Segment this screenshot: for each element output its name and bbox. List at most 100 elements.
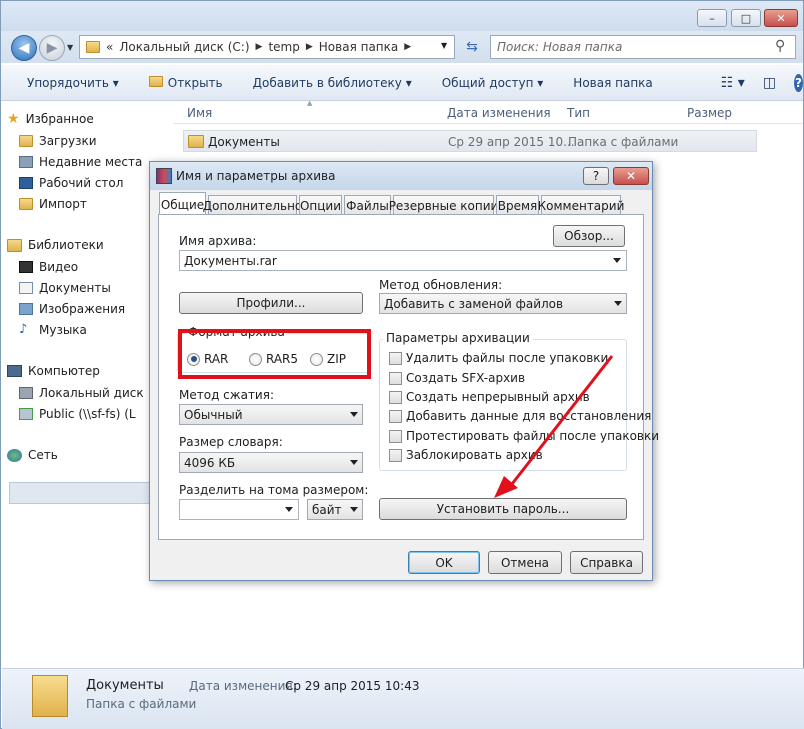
- split-size-input[interactable]: [179, 499, 299, 520]
- split-unit-select[interactable]: байт: [307, 499, 363, 520]
- ok-button[interactable]: OK: [408, 551, 480, 574]
- update-method-label: Метод обновления:: [379, 278, 503, 292]
- network-group[interactable]: Сеть: [7, 445, 58, 465]
- option-test[interactable]: Протестировать файлы после упаковки: [389, 429, 659, 443]
- address-dropdown-icon[interactable]: ▼: [441, 41, 447, 50]
- chevron-down-icon[interactable]: [285, 507, 293, 512]
- archive-name-value[interactable]: Документы.rar: [184, 254, 277, 268]
- profiles-button[interactable]: Профили...: [179, 292, 363, 314]
- sidebar-item-downloads[interactable]: Загрузки: [19, 131, 97, 151]
- archive-dialog: Имя и параметры архива ? ✕ Общие Дополни…: [149, 161, 659, 581]
- help-icon[interactable]: ?: [794, 73, 803, 92]
- column-header: Имя ▲ Дата изменения Тип Размер: [173, 99, 803, 124]
- browse-button[interactable]: Обзор...: [553, 225, 625, 247]
- sidebar-item-pictures[interactable]: Изображения: [19, 299, 125, 319]
- add-to-library-button[interactable]: Добавить в библиотеку ▾: [253, 76, 412, 90]
- archive-name-input[interactable]: Документы.rar: [179, 250, 627, 271]
- back-button[interactable]: ◀: [11, 35, 37, 61]
- cancel-button[interactable]: Отмена: [488, 551, 562, 574]
- organize-button[interactable]: Упорядочить ▾: [27, 76, 119, 90]
- folder-icon: [19, 198, 33, 210]
- share-button[interactable]: Общий доступ ▾: [442, 76, 544, 90]
- documents-icon: [19, 282, 33, 294]
- details-date-label: Дата изменения:: [189, 679, 297, 693]
- pictures-icon: [19, 303, 33, 315]
- tab-backup[interactable]: Резервные копии: [389, 195, 498, 215]
- option-lock[interactable]: Заблокировать архив: [389, 448, 543, 462]
- breadcrumb-local-disk[interactable]: Локальный диск (C:): [119, 40, 249, 54]
- favorites-group[interactable]: ★ Избранное: [7, 109, 94, 129]
- option-delete-after[interactable]: Удалить файлы после упаковки: [389, 351, 608, 365]
- sidebar-item-video[interactable]: Видео: [19, 257, 78, 277]
- column-type[interactable]: Тип: [567, 106, 590, 120]
- refresh-icon[interactable]: ⇆: [461, 37, 483, 57]
- archive-name-label: Имя архива:: [179, 234, 257, 248]
- tab-files[interactable]: Файлы: [344, 195, 391, 215]
- view-options-icon[interactable]: ☷ ▾: [721, 75, 745, 91]
- dictionary-label: Размер словаря:: [179, 435, 283, 449]
- chevron-down-icon[interactable]: [613, 258, 621, 263]
- forward-button[interactable]: ▶: [39, 35, 65, 61]
- breadcrumb-new-folder[interactable]: Новая папка: [319, 40, 398, 54]
- search-input[interactable]: Поиск: Новая папка: [490, 35, 796, 59]
- sort-indicator-icon: ▲: [307, 99, 313, 107]
- set-password-button[interactable]: Установить пароль...: [379, 498, 627, 520]
- maximize-button[interactable]: □: [731, 9, 761, 27]
- option-sfx[interactable]: Создать SFX-архив: [389, 371, 525, 385]
- file-name[interactable]: Документы: [208, 135, 280, 149]
- history-dropdown-icon[interactable]: ▼: [67, 43, 73, 52]
- table-row[interactable]: Документы Ср 29 апр 2015 10... Папка с ф…: [183, 130, 757, 152]
- tab-time[interactable]: Время: [496, 195, 539, 215]
- sidebar-item-network-drive[interactable]: Public (\\sf-fs) (L: [19, 404, 136, 424]
- checkbox-icon: [389, 390, 402, 404]
- dialog-help-button[interactable]: ?: [583, 167, 609, 185]
- option-solid[interactable]: Создать непрерывный архив: [389, 390, 590, 404]
- compression-select[interactable]: Обычный: [179, 404, 363, 425]
- tab-general[interactable]: Общие: [159, 192, 206, 216]
- chevron-right-icon[interactable]: ▶: [306, 42, 313, 52]
- file-type: Папка с файлами: [568, 135, 679, 149]
- close-button[interactable]: ✕: [764, 9, 798, 27]
- video-icon: [19, 261, 33, 273]
- checkbox-icon: [389, 371, 402, 385]
- help-button[interactable]: Справка: [570, 551, 643, 574]
- column-name[interactable]: Имя: [187, 106, 212, 120]
- computer-group[interactable]: Компьютер: [7, 361, 100, 381]
- breadcrumb-temp[interactable]: temp: [268, 40, 299, 54]
- winrar-icon: [156, 168, 172, 184]
- search-icon[interactable]: ⚲: [775, 38, 785, 54]
- checkbox-icon: [389, 351, 402, 365]
- open-button[interactable]: Открыть: [148, 75, 223, 90]
- tab-options[interactable]: Опции: [299, 195, 342, 215]
- option-recovery[interactable]: Добавить данные для восстановления: [389, 409, 651, 423]
- sidebar-item-import[interactable]: Импорт: [19, 194, 87, 214]
- sidebar-item-recent[interactable]: Недавние места: [19, 152, 142, 172]
- breadcrumb-prefix[interactable]: «: [106, 40, 113, 54]
- checkbox-icon: [389, 429, 402, 443]
- sidebar-item-documents[interactable]: Документы: [19, 278, 111, 298]
- music-icon: ♪: [19, 322, 28, 337]
- libraries-group[interactable]: Библиотеки: [7, 235, 104, 255]
- dictionary-select[interactable]: 4096 КБ: [179, 452, 363, 473]
- column-size[interactable]: Размер: [687, 106, 732, 120]
- details-name: Документы: [86, 678, 164, 693]
- dialog-title: Имя и параметры архива: [176, 169, 336, 183]
- chevron-right-icon[interactable]: ▶: [256, 42, 263, 52]
- explorer-titlebar: – □ ✕: [1, 1, 803, 31]
- new-folder-button[interactable]: Новая папка: [573, 76, 652, 90]
- tab-comment[interactable]: Комментарий: [538, 195, 624, 215]
- column-date[interactable]: Дата изменения: [447, 106, 551, 120]
- update-method-select[interactable]: Добавить с заменой файлов: [379, 293, 627, 314]
- dialog-close-button[interactable]: ✕: [613, 167, 649, 185]
- sidebar-item-desktop[interactable]: Рабочий стол: [19, 173, 123, 193]
- sidebar-item-music[interactable]: ♪ Музыка: [19, 320, 87, 340]
- folder-icon: [19, 135, 33, 147]
- sidebar-item-local-disk[interactable]: Локальный диск: [19, 383, 144, 403]
- preview-pane-icon[interactable]: ◫: [763, 75, 776, 91]
- address-bar[interactable]: « Локальный диск (C:) ▶ temp ▶ Новая пап…: [79, 35, 455, 59]
- libraries-icon: [7, 238, 22, 252]
- chevron-right-icon[interactable]: ▶: [404, 42, 411, 52]
- tab-advanced[interactable]: Дополнительно: [203, 195, 302, 215]
- recent-places-icon: [19, 156, 33, 168]
- minimize-button[interactable]: –: [697, 9, 727, 27]
